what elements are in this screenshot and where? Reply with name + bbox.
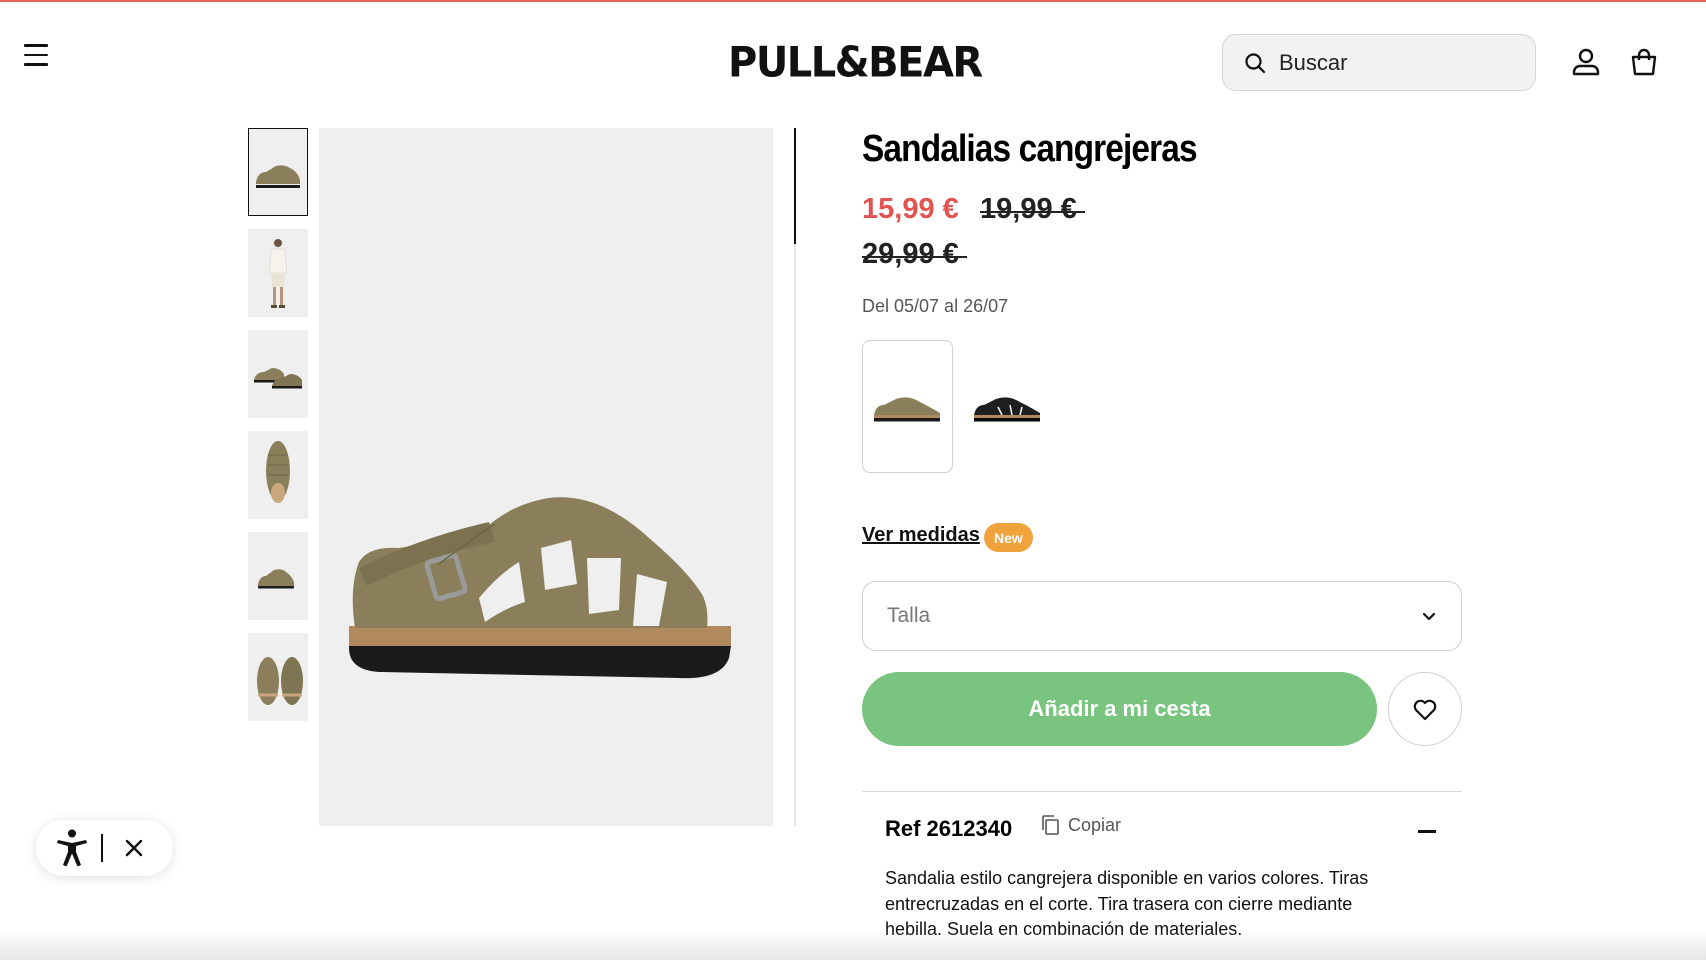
sandal-main-image — [349, 497, 731, 679]
heart-icon — [1413, 699, 1437, 721]
collapse-minus-icon[interactable] — [1418, 830, 1436, 833]
copy-reference-button[interactable]: Copiar — [1040, 814, 1121, 836]
thumbnail-6[interactable] — [248, 633, 308, 721]
user-icon[interactable] — [1570, 46, 1602, 78]
promo-dates: Del 05/07 al 26/07 — [862, 296, 1009, 316]
new-badge: New — [984, 523, 1033, 552]
main-product-image[interactable] — [319, 128, 773, 826]
brand-logo[interactable]: PULL&BEAR — [728, 39, 983, 87]
thumbnail-list — [248, 128, 308, 734]
accessibility-widget — [36, 820, 173, 876]
product-title: Sandalias cangrejeras — [862, 128, 1198, 170]
sandal-khaki-swatch — [873, 396, 940, 421]
menu-icon[interactable] — [24, 44, 50, 70]
previous-price: 19,99 € — [980, 193, 1085, 226]
search-input[interactable] — [1279, 49, 1519, 76]
top-accent-line — [0, 0, 1706, 2]
add-to-cart-button[interactable]: Añadir a mi cesta — [862, 672, 1377, 746]
thumbnail-4[interactable] — [248, 431, 308, 519]
copy-label: Copiar — [1068, 814, 1122, 835]
color-option-black[interactable] — [962, 340, 1053, 473]
chevron-down-icon — [1422, 612, 1436, 621]
size-select[interactable]: Talla — [862, 581, 1462, 651]
size-guide-link[interactable]: Ver medidas — [862, 524, 980, 547]
thumbnail-2[interactable] — [248, 229, 308, 317]
close-icon[interactable] — [124, 838, 144, 858]
accessibility-separator — [101, 834, 103, 862]
sandal-pair-front-image — [257, 657, 303, 705]
info-divider — [862, 791, 1462, 792]
accessibility-icon[interactable] — [56, 829, 88, 867]
thumbnail-5[interactable] — [248, 532, 308, 620]
sandal-black-swatch — [973, 396, 1040, 421]
original-price-text: 29,99 € — [862, 238, 967, 270]
color-option-khaki[interactable] — [862, 340, 953, 473]
thumbnail-3[interactable] — [248, 330, 308, 418]
previous-price-text: 19,99 € — [980, 193, 1085, 225]
product-reference: Ref 2612340 — [885, 816, 1013, 841]
sandal-top-image — [266, 441, 290, 503]
gallery-scroll-indicator[interactable] — [794, 128, 796, 826]
thumbnail-1[interactable] — [248, 128, 308, 216]
sandal-side-image — [256, 165, 300, 188]
copy-icon — [1042, 815, 1059, 835]
sandal-pair-image — [254, 368, 302, 389]
gallery-scroll-thumb[interactable] — [794, 128, 796, 244]
bag-icon[interactable] — [1628, 46, 1660, 78]
size-select-placeholder: Talla — [887, 604, 931, 627]
sandal-side-small-image — [258, 569, 294, 589]
search-icon — [1245, 52, 1266, 73]
original-price: 29,99 € — [862, 238, 967, 271]
search-bar[interactable] — [1222, 34, 1536, 91]
bottom-shadow — [0, 930, 1706, 960]
current-price: 15,99 € — [862, 193, 959, 225]
wishlist-button[interactable] — [1388, 672, 1462, 746]
model-image — [268, 239, 288, 308]
